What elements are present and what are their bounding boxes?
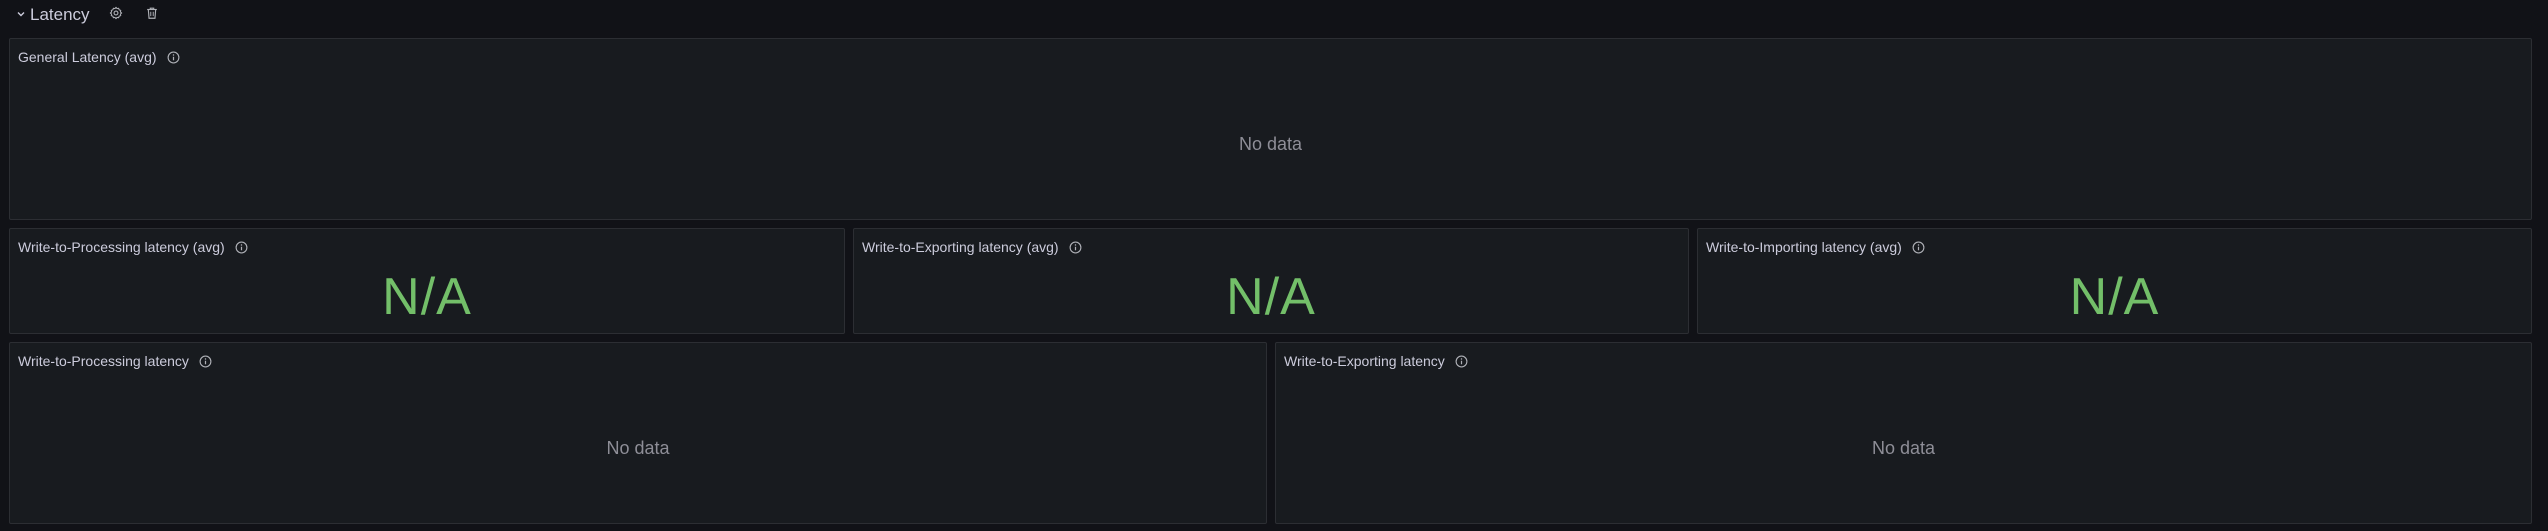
info-icon[interactable]	[1912, 240, 1926, 254]
info-icon[interactable]	[235, 240, 249, 254]
panel-title: Write-to-Exporting latency (avg)	[862, 239, 1059, 255]
panel-title: Write-to-Processing latency (avg)	[18, 239, 225, 255]
panel-stat-write-to-importing[interactable]: Write-to-Importing latency (avg) N/A	[1697, 228, 2532, 334]
info-icon[interactable]	[1069, 240, 1083, 254]
panel-stat-write-to-processing[interactable]: Write-to-Processing latency (avg) N/A	[9, 228, 845, 334]
no-data-message: No data	[606, 438, 670, 458]
panel-title: General Latency (avg)	[18, 49, 157, 65]
panel-stat-write-to-exporting[interactable]: Write-to-Exporting latency (avg) N/A	[853, 228, 1689, 334]
stat-value: N/A	[382, 268, 472, 326]
row-settings-button[interactable]	[106, 5, 126, 25]
panel-general-latency[interactable]: General Latency (avg) No data	[9, 38, 2532, 220]
stat-value: N/A	[2069, 268, 2160, 326]
panel-title: Write-to-Importing latency (avg)	[1706, 239, 1902, 255]
no-data-message: No data	[1238, 134, 1303, 154]
dashboard: Latency General Latency (avg) No data Wr…	[0, 0, 2548, 531]
panel-title: Write-to-Exporting latency	[1284, 353, 1445, 369]
row-header: Latency	[16, 2, 162, 28]
row-collapse-toggle[interactable]: Latency	[16, 5, 90, 25]
panel-header: Write-to-Processing latency	[18, 349, 213, 373]
panel-header: Write-to-Processing latency (avg)	[18, 235, 249, 259]
row-delete-button[interactable]	[142, 5, 162, 25]
row-title: Latency	[30, 5, 90, 24]
no-data-message: No data	[1871, 438, 1936, 458]
chevron-down-icon	[16, 6, 26, 24]
info-icon[interactable]	[1455, 354, 1469, 368]
panel-write-to-exporting-latency[interactable]: Write-to-Exporting latency No data	[1275, 342, 2532, 524]
panel-write-to-processing-latency[interactable]: Write-to-Processing latency No data	[9, 342, 1267, 524]
panel-header: Write-to-Importing latency (avg)	[1706, 235, 1926, 259]
trash-icon	[145, 6, 159, 25]
info-icon[interactable]	[167, 50, 181, 64]
panel-header: Write-to-Exporting latency	[1284, 349, 1469, 373]
gear-icon	[109, 6, 123, 25]
panel-header: Write-to-Exporting latency (avg)	[862, 235, 1083, 259]
info-icon[interactable]	[199, 354, 213, 368]
panel-header: General Latency (avg)	[18, 45, 181, 69]
panel-title: Write-to-Processing latency	[18, 353, 189, 369]
stat-value: N/A	[1226, 268, 1316, 326]
